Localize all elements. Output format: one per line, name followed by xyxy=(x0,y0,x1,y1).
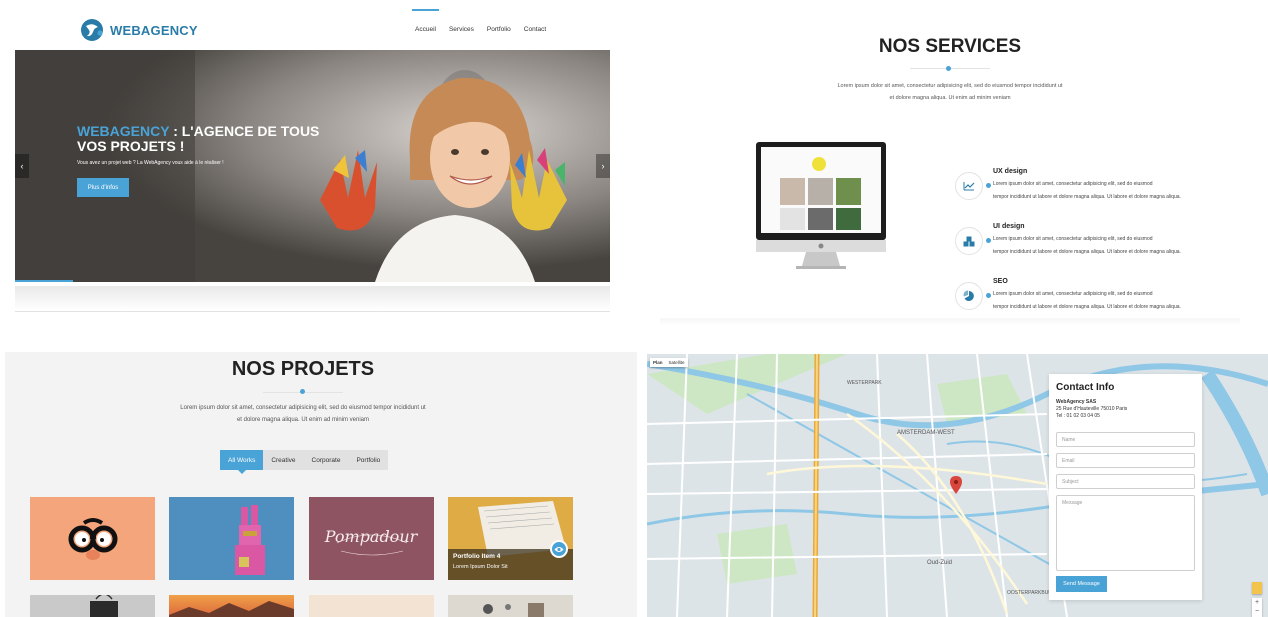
contact-phone: Tel : 01 02 03 04 05 xyxy=(1056,413,1100,419)
pompadour-logo-image: Pompadour xyxy=(324,527,419,556)
portfolio-item-6[interactable] xyxy=(169,595,294,617)
pie-chart-icon xyxy=(955,282,983,310)
service-description: Lorem ipsum dolor sit amet, consectetur … xyxy=(993,178,1215,204)
cubes-icon xyxy=(955,227,983,255)
portfolio-item-subtitle: Lorem Ipsum Dolor Sit xyxy=(453,564,508,570)
contact-info-card: Contact Info WebAgency SAS 25 Rue d'Haut… xyxy=(1049,374,1202,600)
service-desc-line: tempor incididunt ut labore et dolore ma… xyxy=(993,304,1181,310)
message-field[interactable] xyxy=(1056,495,1195,571)
filter-corporate[interactable]: Corporate xyxy=(304,450,349,470)
more-info-button[interactable]: Plus d'infos xyxy=(77,178,129,197)
logo-mark-icon xyxy=(80,18,104,42)
zoom-controls: + − xyxy=(1252,598,1262,617)
filter-creative[interactable]: Creative xyxy=(263,450,303,470)
map-type-tabs: Plan Satellite xyxy=(650,358,688,367)
email-field[interactable] xyxy=(1056,453,1195,468)
hero-child-image xyxy=(15,50,610,282)
service-dot xyxy=(986,293,991,298)
map-tab-satellite[interactable]: Satellite xyxy=(666,358,688,367)
eye-icon[interactable] xyxy=(550,540,568,558)
nav-portfolio[interactable]: Portfolio xyxy=(487,26,511,33)
service-description: Lorem ipsum dolor sit amet, consectetur … xyxy=(993,233,1215,259)
nav-contact[interactable]: Contact xyxy=(524,26,546,33)
service-title: SEO xyxy=(993,278,1008,285)
contact-company: WebAgency SAS xyxy=(1056,399,1097,405)
projects-description: Lorem ipsum dolor sit amet, consectetur … xyxy=(143,402,463,426)
contact-screenshot-panel: AMSTERDAM-WEST Oud-Zuid OOSTERPARKBUURT … xyxy=(647,354,1268,617)
map-tab-plan[interactable]: Plan xyxy=(650,358,666,367)
slider-prev-button[interactable]: ‹ xyxy=(15,154,29,178)
projects-screenshot-panel: NOS PROJETS Lorem ipsum dolor sit amet, … xyxy=(5,352,637,617)
projects-desc-line-2: et dolore magna aliqua. Ut enim ad minim… xyxy=(236,417,370,423)
projects-desc-line-1: Lorem ipsum dolor sit amet, consectetur … xyxy=(180,405,426,411)
services-description: Lorem ipsum dolor sit amet, consectetur … xyxy=(790,80,1110,104)
name-field[interactable] xyxy=(1056,432,1195,447)
zoom-in-button[interactable]: + xyxy=(1252,598,1262,607)
portfolio-item-7[interactable] xyxy=(309,595,434,617)
nav-services[interactable]: Services xyxy=(449,26,474,33)
glasses-illustration-image xyxy=(68,518,118,560)
service-desc-line: Lorem ipsum dolor sit amet, consectetur … xyxy=(993,291,1153,297)
services-desc-line-2: et dolore magna aliqua. Ut enim ad minim… xyxy=(889,95,1011,101)
slider-next-button[interactable]: › xyxy=(596,154,610,178)
contact-title: Contact Info xyxy=(1056,382,1115,393)
contact-address: 25 Rue d'Hauteville 75010 Paris xyxy=(1056,406,1128,412)
service-description: Lorem ipsum dolor sit amet, consectetur … xyxy=(993,288,1215,314)
portfolio-item-5[interactable] xyxy=(30,595,155,617)
portfolio-item-3[interactable]: Pompadour xyxy=(309,497,434,580)
hero-subtitle: Vous avez un projet web ? La WebAgency v… xyxy=(77,160,224,166)
imac-mockup-image xyxy=(756,142,886,269)
hero-screenshot-panel: WEBAGENCY Accueil Services Portfolio Con… xyxy=(0,0,634,322)
portfolio-item-title: Portfolio Item 4 xyxy=(453,553,501,560)
line-chart-icon xyxy=(955,172,983,200)
services-desc-line-1: Lorem ipsum dolor sit amet, consectetur … xyxy=(837,83,1063,89)
hero-bottom-shadow xyxy=(15,286,610,312)
services-divider-dot xyxy=(946,66,951,71)
zoom-out-button[interactable]: − xyxy=(1252,607,1262,616)
hero-title-accent: WEBAGENCY xyxy=(77,123,170,139)
service-desc-line: Lorem ipsum dolor sit amet, consectetur … xyxy=(993,236,1153,242)
send-message-button[interactable]: Send Message xyxy=(1056,576,1107,592)
pegman-icon[interactable] xyxy=(1252,582,1262,594)
service-dot xyxy=(986,238,991,243)
map-label-oud-zuid: Oud-Zuid xyxy=(927,560,952,566)
brand-name: WEBAGENCY xyxy=(110,22,198,38)
map-label-westerpark: WESTERPARK xyxy=(847,380,882,386)
map-label-amsterdam-west: AMSTERDAM-WEST xyxy=(897,430,955,436)
slider-progress-bar xyxy=(15,280,73,282)
nav-accueil[interactable]: Accueil xyxy=(412,9,439,33)
service-title: UX design xyxy=(993,168,1028,175)
services-bottom-shadow xyxy=(660,318,1240,326)
filter-portfolio[interactable]: Portfolio xyxy=(348,450,388,470)
portfolio-item-2[interactable] xyxy=(169,497,294,580)
subject-field[interactable] xyxy=(1056,474,1195,489)
hero-slider: WEBAGENCY : L'AGENCE DE TOUS VOS PROJETS… xyxy=(15,50,610,282)
portfolio-item-8[interactable] xyxy=(448,595,573,617)
service-dot xyxy=(986,183,991,188)
projects-title: NOS PROJETS xyxy=(231,358,375,380)
brand-logo[interactable]: WEBAGENCY xyxy=(80,18,198,42)
service-title: UI design xyxy=(993,223,1025,230)
portfolio-item-4[interactable]: Portfolio Item 4 Lorem Ipsum Dolor Sit xyxy=(448,497,573,580)
service-desc-line: tempor incididunt ut labore et dolore ma… xyxy=(993,249,1181,255)
filter-all-works[interactable]: All Works xyxy=(220,450,264,474)
projects-divider-dot xyxy=(300,389,305,394)
portfolio-item-overlay: Portfolio Item 4 Lorem Ipsum Dolor Sit xyxy=(448,540,573,580)
service-desc-line: tempor incididunt ut labore et dolore ma… xyxy=(993,194,1181,200)
hero-title: WEBAGENCY : L'AGENCE DE TOUS VOS PROJETS… xyxy=(77,124,337,154)
pompadour-logo-text: Pompadour xyxy=(324,527,419,546)
portfolio-filter-bar: All Works Creative Corporate Portfolio xyxy=(220,450,389,474)
portfolio-item-1[interactable] xyxy=(30,497,155,580)
services-title: NOS SERVICES xyxy=(878,36,1022,57)
services-screenshot-panel: NOS SERVICES Lorem ipsum dolor sit amet,… xyxy=(640,0,1268,330)
main-nav: Accueil Services Portfolio Contact xyxy=(412,9,546,33)
service-desc-line: Lorem ipsum dolor sit amet, consectetur … xyxy=(993,181,1153,187)
pink-bunny-figure-image xyxy=(235,505,265,575)
